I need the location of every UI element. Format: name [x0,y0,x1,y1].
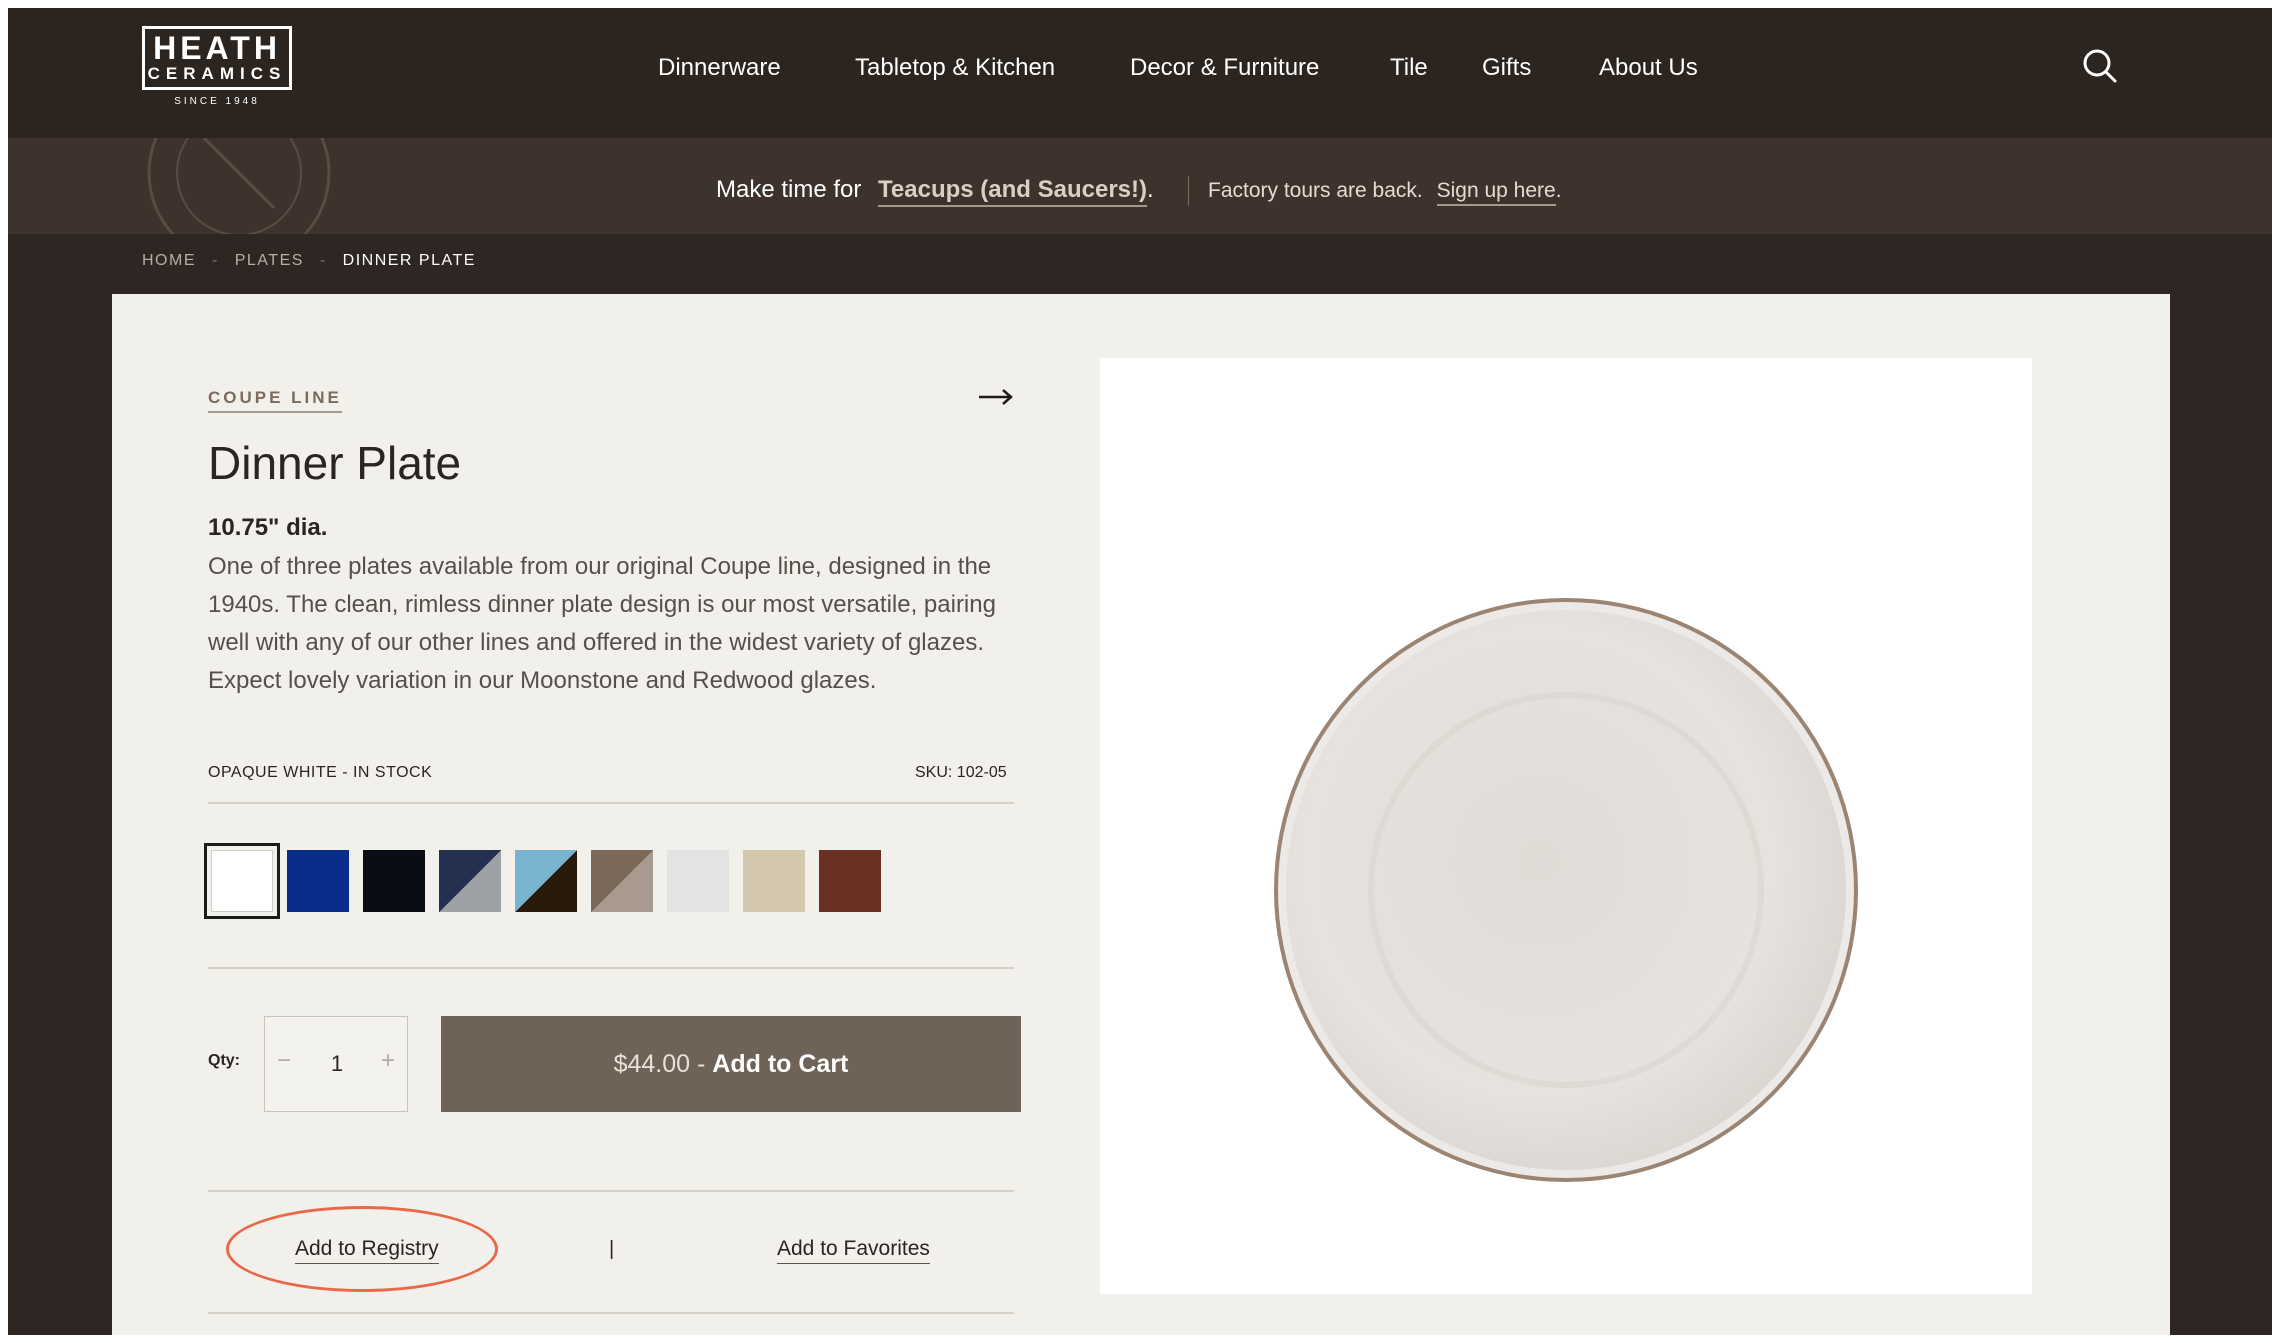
glaze-swatch[interactable] [819,850,881,912]
nav-tabletop-kitchen[interactable]: Tabletop & Kitchen [855,54,1055,82]
glaze-swatch[interactable] [439,850,501,912]
glaze-swatch[interactable] [515,850,577,912]
breadcrumb: HOME - PLATES - DINNER PLATE [142,252,476,270]
action-separator: | [609,1238,615,1260]
dinner-plate-image [1274,598,1858,1182]
glaze-swatch[interactable] [591,850,653,912]
breadcrumb-current: DINNER PLATE [342,252,476,269]
logo-subword: CERAMICS [147,64,287,83]
add-to-cart-button[interactable]: $44.00 - Add to Cart [441,1016,1021,1112]
promo-lead: Make time for [716,176,862,203]
nav-dinnerware[interactable]: Dinnerware [658,54,781,82]
nav-gifts[interactable]: Gifts [1482,54,1531,82]
promo-divider [1188,176,1189,206]
qty-increment-button[interactable]: + [381,1047,395,1075]
quantity-stepper: − 1 + [264,1016,408,1112]
nav-tile[interactable]: Tile [1390,54,1428,82]
add-to-favorites-button[interactable]: Add to Favorites [777,1237,930,1264]
promo-link-suffix: . [1147,176,1154,203]
glaze-swatch[interactable] [743,850,805,912]
logo-since: SINCE 1948 [174,96,260,107]
promo-secondary: Factory tours are back. Sign up here. [1208,179,1562,206]
site-header: HEATH CERAMICS SINCE 1948 Dinnerware Tab… [8,8,2272,138]
glaze-swatch[interactable] [363,850,425,912]
decorative-stamp-icon [147,138,331,234]
glaze-swatch[interactable] [667,850,729,912]
browser-frame: HEATH CERAMICS SINCE 1948 Dinnerware Tab… [8,8,2272,1335]
promo-message: Make time for Teacups (and Saucers!). [716,176,1154,207]
product-description: One of three plates available from our o… [208,553,996,694]
breadcrumb-home[interactable]: HOME [142,252,196,269]
product-dimension: 10.75" dia. [208,514,328,541]
product-image-panel[interactable] [1100,358,2032,1294]
collection-link[interactable]: COUPE LINE [208,388,342,413]
qty-label: Qty: [208,1052,240,1069]
nav-about-us[interactable]: About Us [1599,54,1698,82]
breadcrumb-separator: - [211,252,219,269]
promo-signup-link[interactable]: Sign up here [1436,179,1556,206]
product-title: Dinner Plate [208,437,462,489]
product-sku: SKU: 102-05 [915,764,1007,781]
promo-secondary-text: Factory tours are back. [1208,179,1423,202]
glaze-swatch[interactable] [287,850,349,912]
logo-box: HEATH CERAMICS [142,26,292,90]
promo-teacups-link[interactable]: Teacups (and Saucers!) [878,176,1148,207]
nav-decor-furniture[interactable]: Decor & Furniture [1130,54,1319,82]
search-icon[interactable] [2080,46,2120,86]
breadcrumb-separator: - [319,252,327,269]
promo-secondary-suffix: . [1555,179,1562,202]
cart-separator: - [690,1050,713,1078]
heath-ceramics-logo[interactable]: HEATH CERAMICS SINCE 1948 [142,26,298,112]
divider [208,1312,1014,1314]
glaze-swatch[interactable] [204,843,280,919]
next-arrow-icon[interactable] [978,386,1014,408]
logo-wordmark: HEATH [153,30,281,66]
product-main: COUPE LINE Dinner Plate 10.75" dia. One … [112,294,2170,1335]
breadcrumb-plates[interactable]: PLATES [235,252,304,269]
add-to-registry-button[interactable]: Add to Registry [295,1237,439,1264]
divider [208,967,1014,969]
glaze-status: OPAQUE WHITE - IN STOCK [208,764,433,781]
cart-price: $44.00 [613,1050,691,1078]
promo-bar: Make time for Teacups (and Saucers!). Fa… [8,138,2272,234]
divider [208,1190,1014,1192]
divider [208,802,1014,804]
cart-label: Add to Cart [712,1050,849,1078]
